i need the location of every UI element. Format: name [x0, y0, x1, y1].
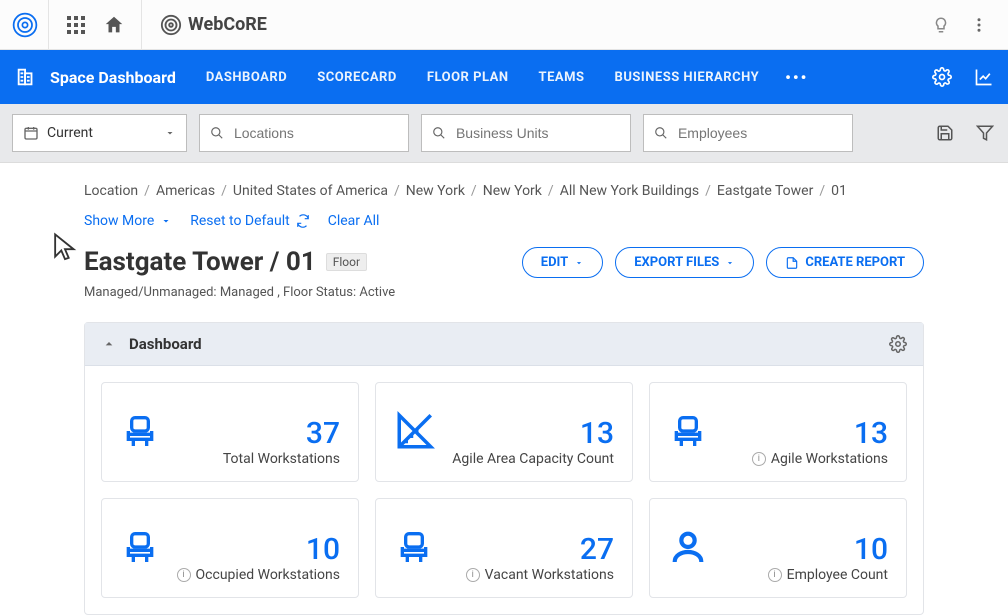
chart-icon[interactable]: [972, 65, 996, 89]
filter-bar: Current: [0, 104, 1008, 163]
card-value: 27: [580, 535, 614, 565]
content: Location/ Americas/ United States of Ame…: [0, 163, 1008, 615]
page-meta: Managed/Unmanaged: Managed , Floor Statu…: [84, 285, 395, 300]
brand-icon: [160, 14, 182, 36]
card-icon: [120, 527, 160, 571]
tab-dashboard[interactable]: DASHBOARD: [206, 70, 287, 85]
cards-grid: 37 Total Workstations13 Agile Area Capac…: [85, 366, 923, 614]
card-value: 10: [306, 535, 340, 565]
card-label: Total Workstations: [223, 451, 340, 467]
breadcrumb-item[interactable]: New York: [406, 183, 465, 199]
metric-card: 13 i Agile Workstations: [649, 382, 907, 482]
card-label: i Vacant Workstations: [466, 567, 614, 583]
tab-scorecard[interactable]: SCORECARD: [317, 70, 397, 85]
nav-tabs: DASHBOARD SCORECARD FLOOR PLAN TEAMS BUS…: [206, 70, 759, 85]
card-label: i Agile Workstations: [752, 451, 888, 467]
page-actions: Show More Reset to Default Clear All: [14, 207, 994, 247]
search-locations-input[interactable]: [234, 125, 398, 141]
refresh-icon: [296, 214, 310, 228]
dashboard-panel: Dashboard 37 Total Workstations13 Agile …: [84, 322, 924, 615]
breadcrumb: Location/ Americas/ United States of Ame…: [14, 175, 994, 207]
caret-down-icon: [725, 258, 735, 268]
app-logo-icon: [10, 10, 40, 40]
search-business-units[interactable]: [421, 114, 631, 152]
card-label: i Employee Count: [768, 567, 888, 583]
breadcrumb-item[interactable]: United States of America: [233, 183, 388, 199]
breadcrumb-item[interactable]: New York: [483, 183, 542, 199]
metric-card: 10 i Occupied Workstations: [101, 498, 359, 598]
search-employees[interactable]: [643, 114, 853, 152]
save-icon[interactable]: [934, 122, 956, 144]
export-button[interactable]: EXPORT FILES: [615, 247, 754, 278]
title-row: Eastgate Tower / 01 Floor Managed/Unmana…: [14, 247, 994, 300]
card-icon: [394, 410, 436, 456]
card-icon: [668, 527, 708, 571]
more-vert-icon[interactable]: [960, 6, 998, 44]
info-icon[interactable]: i: [768, 568, 782, 582]
tab-business-hierarchy[interactable]: BUSINESS HIERARCHY: [615, 70, 760, 85]
tab-floor-plan[interactable]: FLOOR PLAN: [427, 70, 509, 85]
card-value: 37: [306, 419, 340, 449]
search-locations[interactable]: [199, 114, 409, 152]
filter-icon[interactable]: [974, 122, 996, 144]
breadcrumb-item[interactable]: 01: [831, 183, 847, 199]
card-value: 13: [854, 419, 888, 449]
card-label: i Occupied Workstations: [177, 567, 340, 583]
edit-button[interactable]: EDIT: [522, 247, 603, 278]
divider: [48, 0, 49, 50]
panel-header: Dashboard: [85, 323, 923, 366]
reset-link[interactable]: Reset to Default: [190, 213, 309, 229]
search-icon: [432, 125, 446, 141]
divider: [141, 0, 142, 50]
breadcrumb-item[interactable]: Location: [84, 183, 138, 199]
show-more-link[interactable]: Show More: [84, 213, 172, 229]
create-report-button[interactable]: CREATE REPORT: [766, 247, 924, 278]
metric-card: 27 i Vacant Workstations: [375, 498, 633, 598]
info-icon[interactable]: i: [466, 568, 480, 582]
dropdown-value: Current: [47, 125, 93, 141]
chevron-up-icon[interactable]: [101, 336, 117, 352]
settings-icon[interactable]: [930, 65, 954, 89]
card-icon: [668, 411, 708, 455]
tab-teams[interactable]: TEAMS: [539, 70, 585, 85]
search-icon: [210, 125, 224, 141]
top-header: WebCoRE: [0, 0, 1008, 50]
card-value: 10: [854, 535, 888, 565]
chevron-down-icon: [160, 215, 172, 227]
brand-text: WebCoRE: [188, 14, 267, 35]
panel-title: Dashboard: [129, 335, 202, 353]
gear-icon[interactable]: [889, 335, 907, 353]
more-tabs-icon[interactable]: •••: [785, 68, 808, 87]
search-employees-input[interactable]: [678, 125, 842, 141]
metric-card: 13 Agile Area Capacity Count: [375, 382, 633, 482]
breadcrumb-item[interactable]: Americas: [156, 183, 215, 199]
breadcrumb-item[interactable]: Eastgate Tower: [717, 183, 813, 199]
clear-all-link[interactable]: Clear All: [328, 213, 380, 229]
brand-name: WebCoRE: [160, 14, 267, 36]
search-icon: [654, 125, 668, 141]
document-icon: [785, 256, 799, 270]
home-icon[interactable]: [95, 6, 133, 44]
info-icon[interactable]: i: [752, 452, 766, 466]
page-title: Space Dashboard: [50, 68, 176, 87]
caret-down-icon: [164, 127, 176, 139]
apps-grid-icon[interactable]: [57, 6, 95, 44]
floor-chip: Floor: [326, 253, 367, 271]
info-icon[interactable]: i: [177, 568, 191, 582]
lightbulb-icon[interactable]: [922, 6, 960, 44]
metric-card: 10 i Employee Count: [649, 498, 907, 598]
card-label: Agile Area Capacity Count: [452, 451, 614, 467]
main-nav: Space Dashboard DASHBOARD SCORECARD FLOO…: [0, 50, 1008, 104]
caret-down-icon: [574, 258, 584, 268]
period-dropdown[interactable]: Current: [12, 114, 187, 152]
calendar-icon: [23, 125, 39, 141]
card-value: 13: [580, 419, 614, 449]
page-heading: Eastgate Tower / 01 Floor: [84, 247, 395, 277]
metric-card: 37 Total Workstations: [101, 382, 359, 482]
search-business-units-input[interactable]: [456, 125, 620, 141]
building-icon: [12, 63, 40, 91]
card-icon: [394, 527, 434, 571]
card-icon: [120, 411, 160, 455]
breadcrumb-item[interactable]: All New York Buildings: [560, 183, 699, 199]
